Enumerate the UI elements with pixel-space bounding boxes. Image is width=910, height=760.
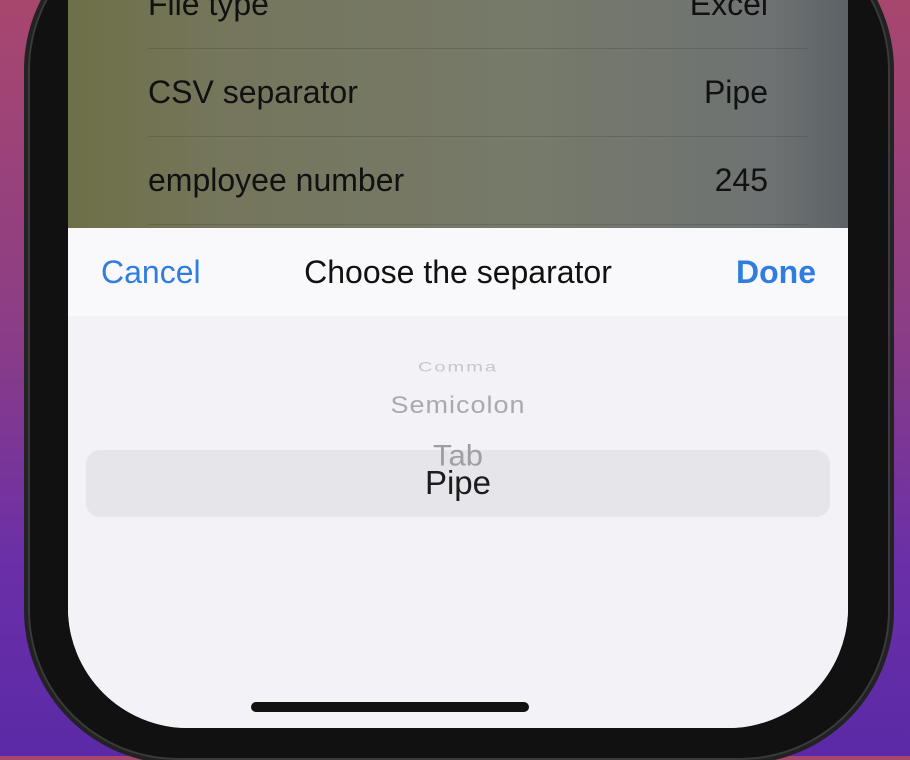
row-value: 245 (714, 161, 768, 198)
settings-row-file-type[interactable]: File type Excel (148, 0, 808, 49)
picker-option-comma[interactable]: Comma (68, 359, 848, 375)
done-button[interactable]: Done (736, 254, 816, 291)
row-value: Pipe (703, 73, 768, 110)
settings-row-csv-separator[interactable]: CSV separator Pipe (148, 48, 808, 137)
picker-option-pipe-selected[interactable]: Pipe (68, 464, 848, 502)
phone-screen: File type Excel CSV separator Pipe emplo… (68, 0, 848, 728)
row-value: Excel (689, 0, 768, 22)
settings-row-employee-number[interactable]: employee number 245 (148, 136, 808, 225)
settings-list: File type Excel CSV separator Pipe emplo… (148, 0, 848, 228)
picker-title: Choose the separator (304, 254, 612, 290)
home-indicator[interactable] (251, 702, 529, 712)
row-label: File type (148, 0, 269, 22)
row-label: employee number (148, 161, 405, 198)
picker-option-semicolon[interactable]: Semicolon (68, 392, 848, 419)
row-label: CSV separator (148, 73, 358, 110)
picker-toolbar: Cancel Choose the separator Done (68, 228, 848, 317)
separator-picker[interactable]: Comma Semicolon Tab Pipe (68, 316, 848, 728)
